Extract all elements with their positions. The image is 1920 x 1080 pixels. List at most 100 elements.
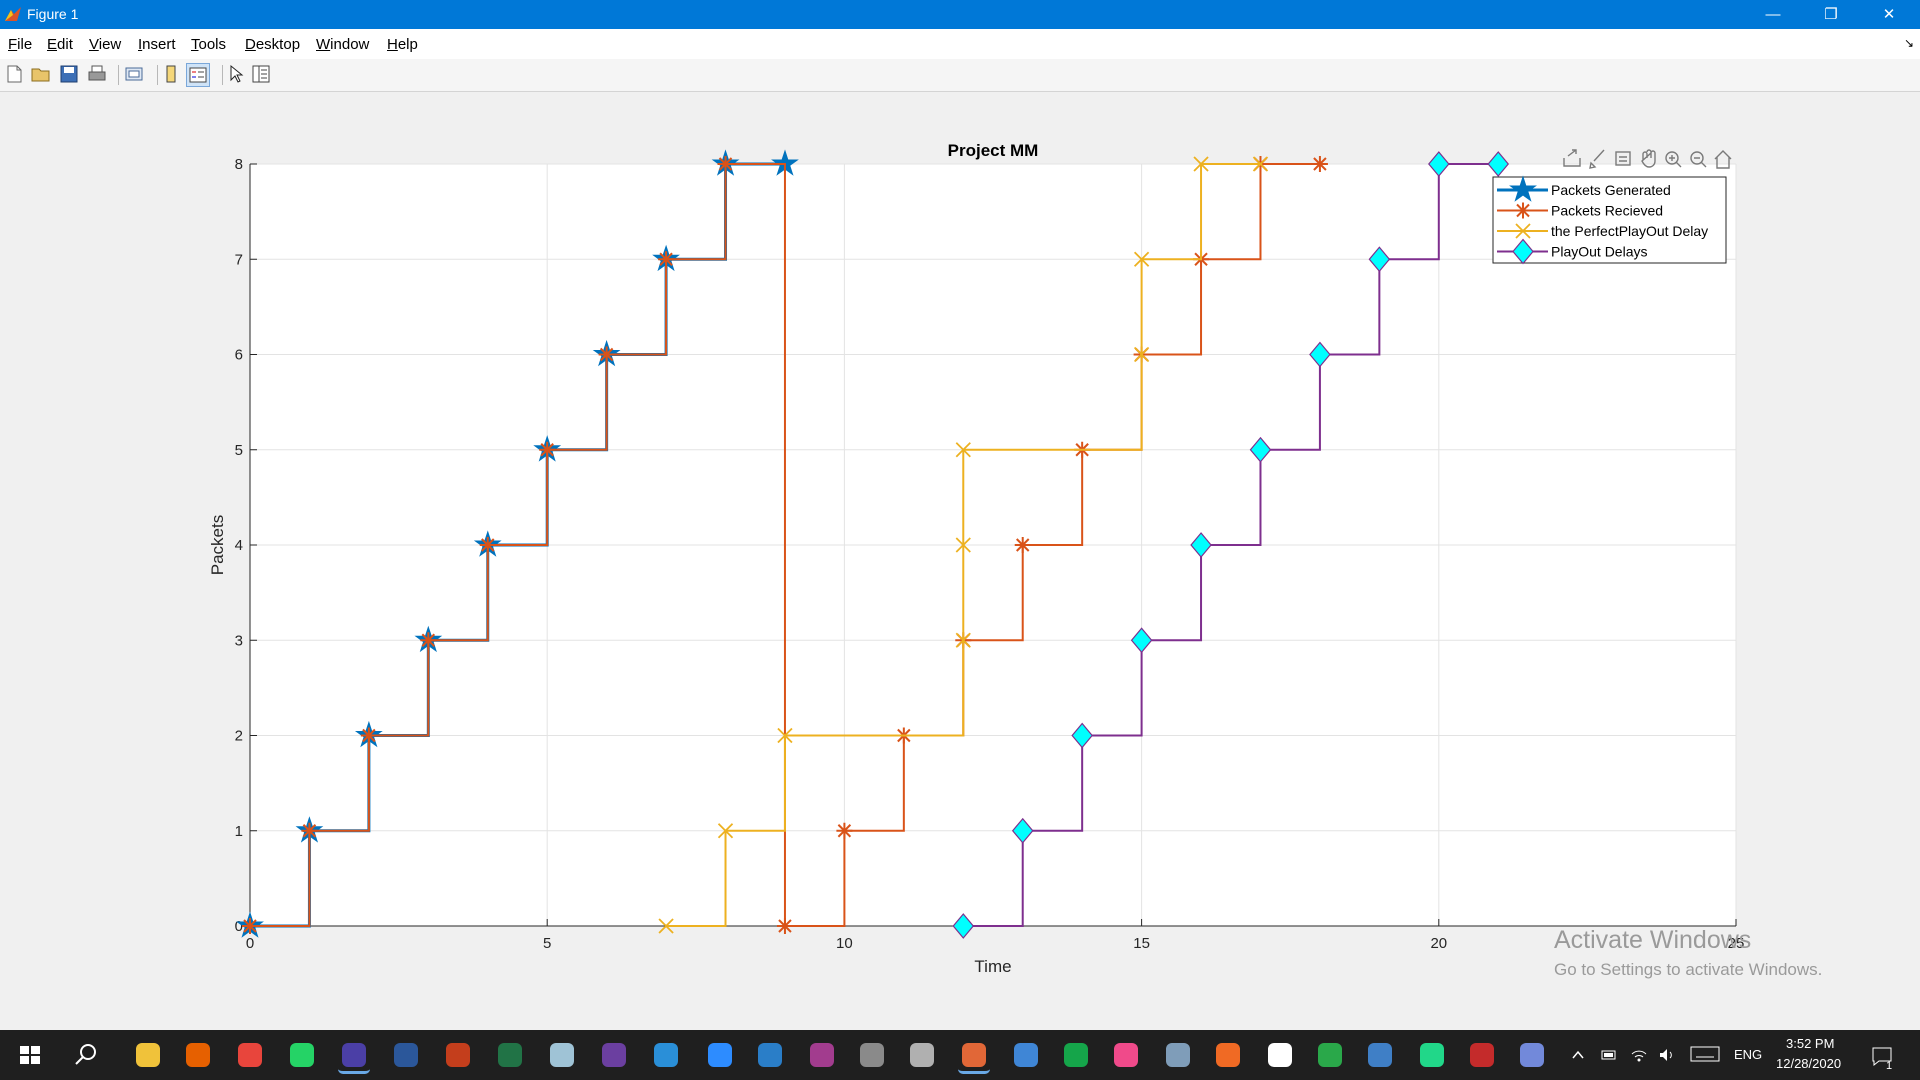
y-tick-label: 0 xyxy=(235,918,243,935)
wifi-icon[interactable] xyxy=(1630,1046,1648,1064)
notification-count: 1 xyxy=(1886,1060,1893,1072)
chrome-icon[interactable] xyxy=(234,1039,266,1071)
property-inspector-icon[interactable] xyxy=(250,63,272,85)
media-icon[interactable] xyxy=(806,1039,838,1071)
x-tick-label: 15 xyxy=(1133,935,1150,952)
excel-icon[interactable] xyxy=(494,1039,526,1071)
whatsapp-icon[interactable] xyxy=(286,1039,318,1071)
battery-icon[interactable] xyxy=(1600,1046,1618,1064)
x-tick-label: 10 xyxy=(836,935,853,952)
search-icon[interactable] xyxy=(70,1039,102,1071)
x-tick-label: 5 xyxy=(543,935,551,952)
plot-area[interactable]: 0 5 10 15 20 25012345678Project MMTimePackets… xyxy=(0,92,1920,1030)
data-tips-icon[interactable] xyxy=(1615,151,1631,166)
network-app-icon[interactable] xyxy=(1364,1039,1396,1071)
browser-icon[interactable] xyxy=(1162,1039,1194,1071)
clock-date[interactable]: 12/28/2020 xyxy=(1776,1056,1841,1071)
y-tick-label: 4 xyxy=(235,537,243,554)
green-app-icon[interactable] xyxy=(1264,1039,1296,1071)
x-axis-label: Time xyxy=(974,957,1011,976)
data-point-asterisk xyxy=(360,727,377,744)
discord-icon[interactable] xyxy=(1516,1039,1548,1071)
notepad-icon[interactable] xyxy=(546,1039,578,1071)
firefox-icon[interactable] xyxy=(182,1039,214,1071)
legend-label: Packets Generated xyxy=(1551,182,1671,198)
zoom-icon[interactable] xyxy=(704,1039,736,1071)
menu-view[interactable]: View xyxy=(89,36,121,53)
data-point-asterisk xyxy=(717,156,734,172)
y-tick-label: 7 xyxy=(235,251,243,268)
y-tick-label: 8 xyxy=(235,156,243,173)
keyboard-icon[interactable] xyxy=(1690,1044,1720,1064)
activate-windows-title: Activate Windows xyxy=(1554,926,1752,954)
vscode-icon[interactable] xyxy=(650,1039,682,1071)
visual-studio-icon[interactable] xyxy=(598,1039,630,1071)
y-tick-label: 6 xyxy=(235,347,243,364)
menu-window[interactable]: Window xyxy=(316,36,369,53)
insert-legend-icon[interactable] xyxy=(186,63,210,87)
legend-label: Packets Recieved xyxy=(1551,203,1663,219)
menu-bar: File Edit View Insert Tools Desktop Wind… xyxy=(0,29,1920,59)
y-tick-label: 3 xyxy=(235,632,243,649)
open-file-icon[interactable] xyxy=(30,63,52,85)
show-hidden-icons-icon[interactable] xyxy=(1570,1047,1586,1063)
data-point-asterisk xyxy=(836,822,853,839)
taskbar: ENG 3:52 PM 12/28/2020 1 xyxy=(0,1030,1920,1080)
qbittorrent-icon[interactable] xyxy=(1010,1039,1042,1071)
y-tick-label: 5 xyxy=(235,442,243,459)
link-plot-icon[interactable] xyxy=(123,63,145,85)
app-red-icon[interactable] xyxy=(1466,1039,1498,1071)
menu-edit[interactable]: Edit xyxy=(47,36,73,53)
window-title: Figure 1 xyxy=(27,6,79,22)
word-icon[interactable] xyxy=(390,1039,422,1071)
clock-time[interactable]: 3:52 PM xyxy=(1786,1036,1834,1051)
legend: Packets Generated Packets Recieved the Per… xyxy=(1492,175,1727,265)
powerpoint-icon[interactable] xyxy=(442,1039,474,1071)
language-indicator[interactable]: ENG xyxy=(1734,1047,1762,1062)
matlab-icon[interactable] xyxy=(958,1039,990,1074)
x-tick-label: 20 xyxy=(1430,935,1447,952)
menu-insert[interactable]: Insert xyxy=(138,36,176,53)
dock-arrow-icon[interactable]: ↘ xyxy=(1904,36,1914,50)
orange-app-icon[interactable] xyxy=(1212,1039,1244,1071)
app-f-icon[interactable] xyxy=(338,1039,370,1074)
x-tick-label: 0 xyxy=(246,935,254,952)
data-point-asterisk xyxy=(242,918,258,934)
activate-windows-text: Go to Settings to activate Windows. xyxy=(1554,960,1823,979)
photos-icon[interactable] xyxy=(754,1039,786,1071)
menu-help[interactable]: Help xyxy=(387,36,418,53)
audio-icon[interactable] xyxy=(856,1039,888,1071)
refresh-app-icon[interactable] xyxy=(1314,1039,1346,1071)
windows-start-icon[interactable] xyxy=(14,1039,46,1071)
menu-file[interactable]: File xyxy=(8,36,32,53)
pycharm-icon[interactable] xyxy=(1416,1039,1448,1071)
close-button[interactable]: ✕ xyxy=(1860,0,1918,29)
save-icon[interactable] xyxy=(58,63,80,85)
insert-colorbar-icon[interactable] xyxy=(160,63,182,85)
file-explorer-icon[interactable] xyxy=(132,1039,164,1071)
data-point-asterisk xyxy=(776,918,793,934)
data-point-asterisk xyxy=(301,822,318,839)
itunes-icon[interactable] xyxy=(1110,1039,1142,1071)
data-point-asterisk xyxy=(1311,156,1328,172)
minimize-button[interactable]: — xyxy=(1744,0,1802,29)
data-point-asterisk xyxy=(539,441,556,458)
edit-plot-icon[interactable] xyxy=(225,63,247,85)
volume-icon[interactable] xyxy=(1658,1046,1676,1064)
data-point-asterisk xyxy=(479,537,496,553)
legend-entry: the PerfectPlayOut Delay xyxy=(1497,223,1708,239)
data-point-asterisk xyxy=(1515,202,1531,219)
matlab-logo-icon xyxy=(5,7,21,21)
upwork-icon[interactable] xyxy=(1060,1039,1092,1071)
new-figure-icon[interactable] xyxy=(3,63,25,85)
y-axis-label: Packets xyxy=(208,515,227,575)
menu-desktop[interactable]: Desktop xyxy=(245,36,300,53)
print-icon[interactable] xyxy=(86,63,108,85)
menu-tools[interactable]: Tools xyxy=(191,36,226,53)
legend-label: PlayOut Delays xyxy=(1551,244,1647,260)
figure-canvas[interactable]: 0 5 10 15 20 25 0 1 2 3 4 5 6 7 8 Project MM Time Packets… xyxy=(0,92,1920,1030)
y-tick-label: 2 xyxy=(235,728,243,745)
restore-button[interactable]: ❐ xyxy=(1802,0,1860,29)
figure-toolbar xyxy=(0,59,1920,92)
scanner-icon[interactable] xyxy=(906,1039,938,1071)
